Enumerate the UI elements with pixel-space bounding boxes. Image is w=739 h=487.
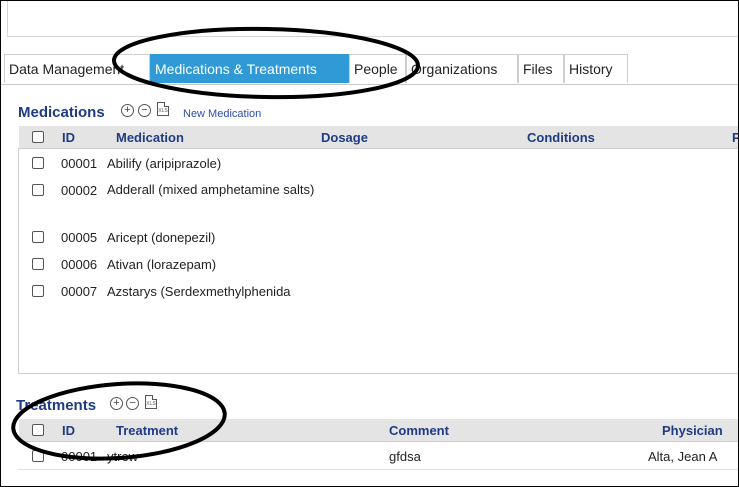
row-physician: Alta, Jean A xyxy=(648,449,718,464)
col-header-p: P xyxy=(732,130,738,145)
table-row[interactable]: 00001 Abilify (aripiprazole) xyxy=(19,154,738,174)
row-id: 00005 xyxy=(61,230,98,245)
select-all-checkbox[interactable] xyxy=(32,131,44,143)
xls-label: XLS xyxy=(158,108,168,114)
xls-export-icon[interactable]: XLS xyxy=(157,102,169,116)
col-header-conditions: Conditions xyxy=(527,130,595,145)
row-id: 00006 xyxy=(61,257,98,272)
select-all-checkbox[interactable] xyxy=(32,424,44,436)
medications-header-row: ID Medication Dosage Conditions P xyxy=(19,126,738,149)
tab-files[interactable]: Files xyxy=(518,54,564,83)
medications-title: Medications xyxy=(18,104,105,121)
table-row[interactable]: 00005 Aricept (donepezil) xyxy=(19,228,738,248)
row-medication: Aricept (donepezil) xyxy=(107,230,216,245)
row-checkbox[interactable] xyxy=(32,157,44,169)
new-medication-link[interactable]: New Medication xyxy=(183,108,261,120)
tab-bar: Data Management Medications & Treatments… xyxy=(1,54,738,85)
row-medication: Abilify (aripiprazole) xyxy=(107,156,222,171)
col-header-dosage: Dosage xyxy=(321,130,368,145)
row-id: 00007 xyxy=(61,284,98,299)
row-divider xyxy=(18,469,738,470)
row-checkbox[interactable] xyxy=(32,231,44,243)
tab-people[interactable]: People xyxy=(349,54,406,83)
row-medication: Adderall (mixed amphetamine salts) xyxy=(107,182,315,197)
plus-circle-icon[interactable]: + xyxy=(121,104,134,117)
xls-export-icon[interactable]: XLS xyxy=(145,395,157,409)
xls-label: XLS xyxy=(146,401,156,407)
row-checkbox[interactable] xyxy=(32,184,44,196)
row-id: 00002 xyxy=(61,183,98,198)
treatments-title: Treatments xyxy=(16,397,97,414)
col-header-id: ID xyxy=(62,423,75,438)
row-checkbox[interactable] xyxy=(32,258,44,270)
window-frame: Data Management Medications & Treatments… xyxy=(0,0,739,487)
plus-circle-icon[interactable]: + xyxy=(110,397,123,410)
tab-history[interactable]: History xyxy=(564,54,628,83)
top-input-area[interactable] xyxy=(7,1,738,37)
table-row[interactable]: 00001 ytrew gfdsa Alta, Jean A xyxy=(19,447,738,467)
table-row[interactable]: 00002 Adderall (mixed amphetamine salts) xyxy=(19,181,738,221)
minus-circle-icon[interactable]: − xyxy=(138,104,151,117)
row-treatment: ytrew xyxy=(107,449,139,464)
row-comment: gfdsa xyxy=(389,449,421,464)
row-medication: Azstarys (Serdexmethylphenida xyxy=(107,284,291,299)
minus-circle-icon[interactable]: − xyxy=(126,397,139,410)
table-row[interactable]: 00007 Azstarys (Serdexmethylphenida xyxy=(19,282,738,302)
col-header-treatment: Treatment xyxy=(116,423,179,438)
tab-organizations[interactable]: Organizations xyxy=(406,54,518,83)
col-header-id: ID xyxy=(62,130,75,145)
table-row[interactable]: 00006 Ativan (lorazepam) xyxy=(19,255,738,275)
row-checkbox[interactable] xyxy=(32,285,44,297)
col-header-physician: Physician xyxy=(662,423,723,438)
treatments-header-row: ID Treatment Comment Physician xyxy=(19,419,738,442)
tab-data-management[interactable]: Data Management xyxy=(4,54,150,83)
medications-panel-bottom xyxy=(18,373,738,374)
row-id: 00001 xyxy=(61,449,98,464)
row-id: 00001 xyxy=(61,156,98,171)
row-checkbox[interactable] xyxy=(32,450,44,462)
col-header-comment: Comment xyxy=(389,423,449,438)
col-header-medication: Medication xyxy=(116,130,184,145)
row-medication: Ativan (lorazepam) xyxy=(107,257,217,272)
tab-medications-treatments[interactable]: Medications & Treatments xyxy=(150,54,349,83)
